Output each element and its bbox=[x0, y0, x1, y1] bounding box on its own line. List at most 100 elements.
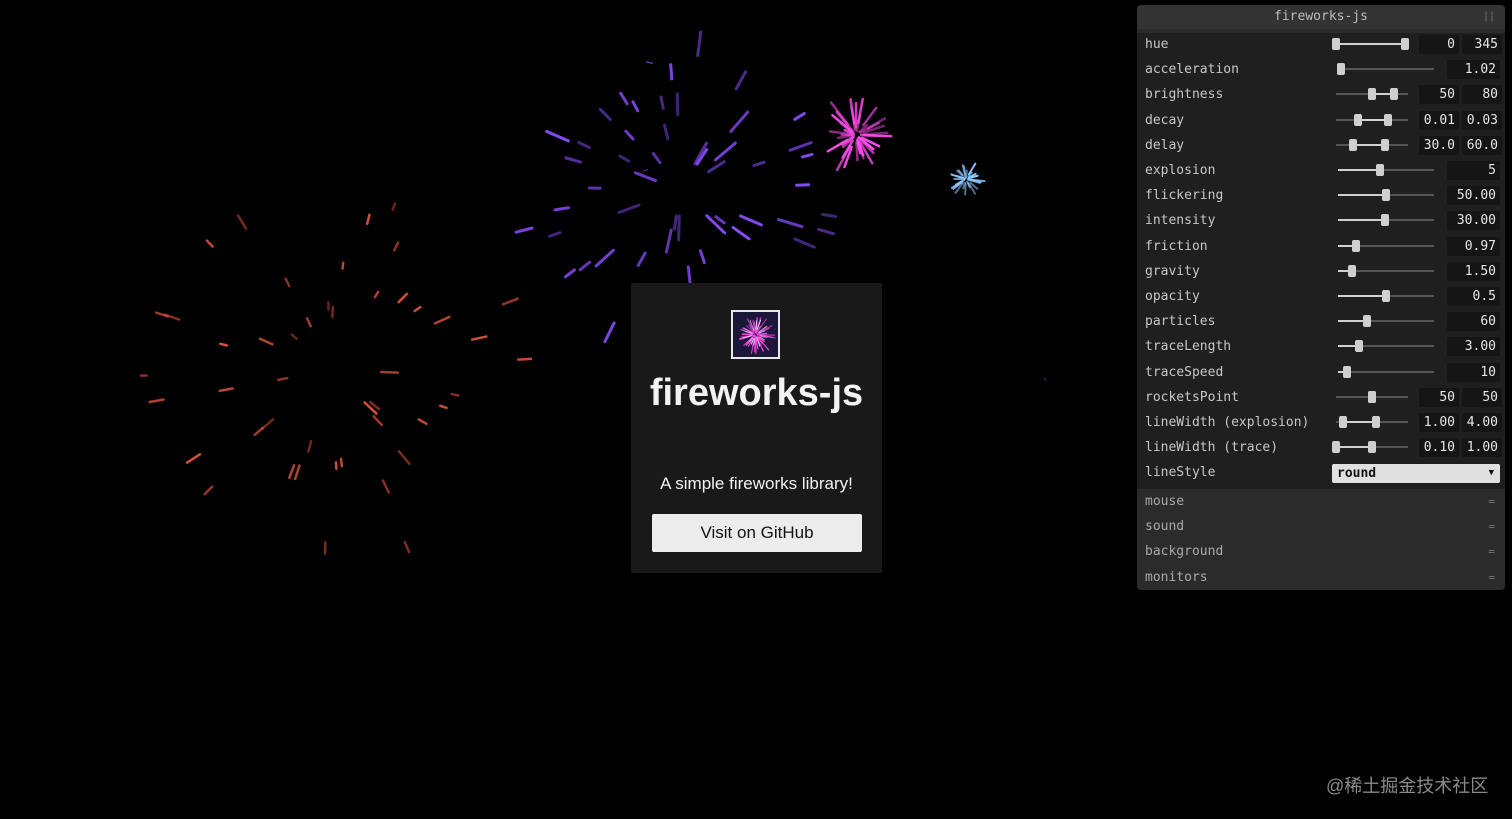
slider-fill bbox=[1343, 421, 1376, 423]
slider-track bbox=[1338, 370, 1434, 373]
hue-min-input[interactable]: 0 bbox=[1419, 35, 1459, 54]
intensity-input[interactable]: 30.00 bbox=[1447, 211, 1500, 231]
folder-collapsed-icon: = bbox=[1488, 570, 1495, 584]
flickering-input[interactable]: 50.00 bbox=[1447, 186, 1500, 206]
purple-burst-spark bbox=[801, 152, 814, 159]
control-label: opacity bbox=[1145, 289, 1200, 304]
folder-sound[interactable]: sound = bbox=[1137, 514, 1505, 539]
purple-burst-spark bbox=[545, 129, 570, 143]
rocketspoint-min-input[interactable]: 50 bbox=[1419, 387, 1459, 407]
slider-handle[interactable] bbox=[1336, 63, 1345, 76]
red-burst-spark bbox=[516, 357, 533, 361]
linewidth-trace-min-input[interactable]: 0.10 bbox=[1419, 438, 1459, 458]
hue-range-slider[interactable] bbox=[1332, 36, 1410, 52]
friction-slider[interactable] bbox=[1338, 238, 1434, 254]
particles-input[interactable]: 60 bbox=[1447, 312, 1500, 332]
slider-max-handle[interactable] bbox=[1389, 88, 1398, 101]
linewidth-explosion-min-input[interactable]: 1.00 bbox=[1419, 413, 1459, 432]
slider-min-handle[interactable] bbox=[1332, 38, 1340, 50]
folder-mouse[interactable]: mouse = bbox=[1137, 489, 1505, 514]
slider-handle[interactable] bbox=[1352, 239, 1361, 252]
explosion-slider[interactable] bbox=[1338, 162, 1434, 178]
slider-max-handle[interactable] bbox=[1368, 441, 1376, 454]
intensity-slider[interactable] bbox=[1338, 212, 1434, 228]
slider-handle[interactable] bbox=[1348, 264, 1357, 277]
acceleration-slider[interactable] bbox=[1336, 61, 1434, 77]
tracespeed-input[interactable]: 10 bbox=[1447, 362, 1500, 382]
tracelength-slider[interactable] bbox=[1338, 338, 1434, 354]
slider-handle[interactable] bbox=[1382, 290, 1390, 302]
decay-min-input[interactable]: 0.01 bbox=[1419, 110, 1459, 130]
slider-max-handle[interactable] bbox=[1383, 113, 1392, 126]
red-burst-spark bbox=[219, 342, 228, 347]
red-burst-spark bbox=[381, 479, 390, 494]
control-label: explosion bbox=[1145, 163, 1216, 178]
slider-track bbox=[1338, 68, 1434, 71]
particles-slider[interactable] bbox=[1338, 313, 1434, 329]
slider-min-handle[interactable] bbox=[1353, 113, 1362, 126]
decay-range-slider[interactable] bbox=[1336, 112, 1408, 128]
delay-max-input[interactable]: 60.0 bbox=[1462, 135, 1502, 155]
red-burst-spark bbox=[391, 202, 397, 211]
hue-max-input[interactable]: 345 bbox=[1462, 35, 1502, 54]
opacity-slider[interactable] bbox=[1338, 288, 1434, 304]
brightness-range-slider[interactable] bbox=[1336, 86, 1408, 102]
purple-burst-spark bbox=[729, 110, 750, 133]
linewidth-explosion-range-slider[interactable] bbox=[1336, 414, 1408, 430]
brightness-min-input[interactable]: 50 bbox=[1419, 85, 1459, 105]
gravity-input[interactable]: 1.50 bbox=[1447, 261, 1500, 281]
red-burst-spark bbox=[218, 387, 234, 393]
purple-burst-spark bbox=[619, 91, 629, 106]
slider-min-handle[interactable] bbox=[1339, 416, 1348, 428]
flickering-slider[interactable] bbox=[1338, 187, 1434, 203]
slider-max-handle[interactable] bbox=[1371, 416, 1380, 428]
slider-handle[interactable] bbox=[1382, 189, 1390, 202]
purple-burst-spark bbox=[553, 206, 571, 212]
slider-max-handle[interactable] bbox=[1380, 138, 1389, 151]
purple-burst-spark bbox=[594, 248, 615, 268]
slider-handle[interactable] bbox=[1362, 315, 1371, 328]
friction-input[interactable]: 0.97 bbox=[1447, 236, 1500, 256]
purple-burst-spark bbox=[659, 95, 665, 110]
control-row-opacity: opacity 0.5 bbox=[1137, 284, 1505, 309]
red-burst-spark bbox=[293, 464, 301, 481]
purple-burst-spark bbox=[793, 111, 806, 121]
tracelength-input[interactable]: 3.00 bbox=[1447, 337, 1500, 357]
slider-handle[interactable] bbox=[1342, 365, 1351, 378]
slider-min-handle[interactable] bbox=[1332, 441, 1340, 454]
slider-max-handle[interactable] bbox=[1401, 38, 1410, 50]
delay-range-slider[interactable] bbox=[1336, 137, 1408, 153]
slider-min-handle[interactable] bbox=[1368, 88, 1376, 101]
control-row-friction: friction 0.97 bbox=[1137, 234, 1505, 259]
linewidth-trace-max-input[interactable]: 1.00 bbox=[1462, 438, 1502, 458]
slider-handle[interactable] bbox=[1381, 214, 1390, 227]
decay-max-input[interactable]: 0.03 bbox=[1462, 110, 1502, 130]
slider-max-handle[interactable] bbox=[1368, 390, 1376, 403]
purple-burst-spark bbox=[633, 171, 657, 183]
folder-background[interactable]: background = bbox=[1137, 539, 1505, 564]
opacity-input[interactable]: 0.5 bbox=[1447, 287, 1500, 306]
linewidth-explosion-max-input[interactable]: 4.00 bbox=[1462, 413, 1502, 432]
purple-burst-spark bbox=[617, 203, 641, 214]
slider-handle[interactable] bbox=[1376, 164, 1385, 176]
gravity-slider[interactable] bbox=[1338, 263, 1434, 279]
acceleration-input[interactable]: 1.02 bbox=[1447, 60, 1500, 80]
drag-handle-icon[interactable]: || bbox=[1483, 5, 1495, 29]
tracespeed-slider[interactable] bbox=[1338, 364, 1434, 380]
linewidth-trace-range-slider[interactable] bbox=[1332, 439, 1408, 455]
folder-collapsed-icon: = bbox=[1488, 545, 1495, 559]
rocketspoint-max-input[interactable]: 50 bbox=[1462, 387, 1502, 407]
visit-github-button[interactable]: Visit on GitHub bbox=[652, 514, 862, 552]
control-row-tracespeed: traceSpeed 10 bbox=[1137, 360, 1505, 385]
slider-min-handle[interactable] bbox=[1348, 138, 1357, 151]
explosion-input[interactable]: 5 bbox=[1447, 161, 1500, 180]
slider-handle[interactable] bbox=[1355, 340, 1364, 353]
slider-fill bbox=[1338, 219, 1386, 222]
linestyle-select[interactable]: round ▼ bbox=[1332, 464, 1500, 484]
purple-burst-spark bbox=[739, 214, 763, 227]
delay-min-input[interactable]: 30.0 bbox=[1419, 135, 1459, 155]
folder-monitors[interactable]: monitors = bbox=[1137, 565, 1505, 590]
panel-title-bar[interactable]: fireworks-js || bbox=[1137, 5, 1505, 29]
brightness-max-input[interactable]: 80 bbox=[1462, 85, 1502, 105]
rocketspoint-range-slider[interactable] bbox=[1336, 389, 1408, 405]
